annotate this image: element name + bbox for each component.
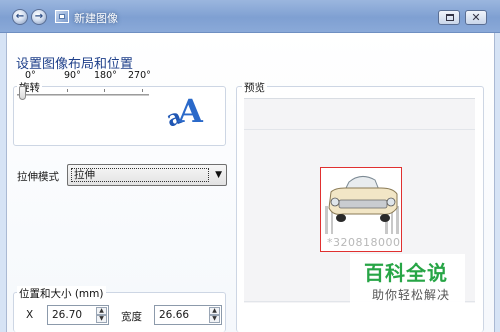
title-bar: ← → 新建图像 ✕ xyxy=(0,0,500,33)
watermark-logo: 百科全说 xyxy=(364,261,448,285)
width-field[interactable]: 26.66 ▲ ▼ xyxy=(154,305,222,325)
spin-down-icon[interactable]: ▼ xyxy=(209,315,220,323)
tick-label-270: 270° xyxy=(128,70,151,81)
rotation-slider-thumb[interactable] xyxy=(19,86,26,100)
restore-button[interactable] xyxy=(438,10,460,25)
rotation-preview-icon-large: A xyxy=(178,92,203,130)
spin-down-icon[interactable]: ▼ xyxy=(96,315,107,323)
car-image-icon xyxy=(328,176,398,222)
close-button[interactable]: ✕ xyxy=(465,10,487,25)
rotation-slider-track[interactable] xyxy=(17,94,149,96)
tick-label-180: 180° xyxy=(94,70,117,81)
width-label: 宽度 xyxy=(121,311,142,323)
preview-image-frame[interactable]: *3208180000* xyxy=(320,167,402,252)
preview-guide-line xyxy=(244,129,475,130)
forward-arrow-icon[interactable]: → xyxy=(31,9,47,25)
back-arrow-icon[interactable]: ← xyxy=(12,9,28,25)
tick-label-90: 90° xyxy=(64,70,81,81)
stretch-mode-dropdown[interactable]: 拉伸 ▼ xyxy=(67,164,227,186)
restore-icon xyxy=(446,14,454,21)
preview-label: 预览 xyxy=(242,80,267,95)
x-field[interactable]: 26.70 ▲ ▼ xyxy=(47,305,109,325)
barcode-text: *3208180000* xyxy=(327,236,401,249)
window-title: 新建图像 xyxy=(74,12,118,25)
spin-up-icon[interactable]: ▲ xyxy=(209,307,220,315)
stretch-mode-label: 拉伸模式 xyxy=(17,171,59,183)
image-app-icon xyxy=(55,10,69,23)
watermark-tagline: 助你轻松解决 xyxy=(372,288,451,302)
x-value: 26.70 xyxy=(52,309,83,321)
chevron-down-icon: ▼ xyxy=(215,170,222,180)
x-label: X xyxy=(26,309,34,321)
spin-up-icon[interactable]: ▲ xyxy=(96,307,107,315)
stretch-mode-value: 拉伸 xyxy=(71,168,209,182)
tick-label-0: 0° xyxy=(25,70,36,81)
close-icon: ✕ xyxy=(471,11,481,24)
slider-tick xyxy=(67,89,68,92)
slider-tick xyxy=(104,89,105,92)
slider-tick xyxy=(142,89,143,92)
position-size-label: 位置和大小 (mm) xyxy=(17,286,106,301)
width-value: 26.66 xyxy=(159,309,190,321)
